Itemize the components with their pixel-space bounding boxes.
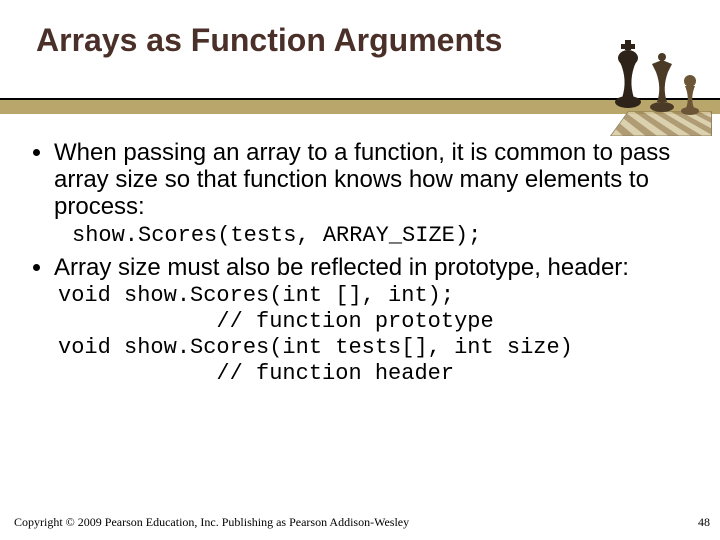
slide: Arrays as Function Arguments <box>0 0 720 540</box>
code-block-1: show.Scores(tests, ARRAY_SIZE); <box>72 223 696 249</box>
chess-king-icon <box>612 40 644 110</box>
chess-pawn-icon <box>680 74 700 116</box>
bullet-list-2: Array size must also be reflected in pro… <box>28 255 696 282</box>
bullet-2-text: Array size must also be reflected in pro… <box>54 254 629 281</box>
bullet-1-text: When passing an array to a function, it … <box>54 139 670 220</box>
copyright-footer: Copyright © 2009 Pearson Education, Inc.… <box>14 515 409 530</box>
bullet-1: When passing an array to a function, it … <box>54 140 696 221</box>
content-area: When passing an array to a function, it … <box>28 140 696 391</box>
chess-queen-icon <box>648 52 676 114</box>
chess-decor <box>582 6 712 136</box>
bullet-2: Array size must also be reflected in pro… <box>54 255 696 282</box>
bullet-list: When passing an array to a function, it … <box>28 140 696 221</box>
page-number: 48 <box>698 515 710 530</box>
code-block-2: void show.Scores(int [], int); // functi… <box>58 283 696 387</box>
